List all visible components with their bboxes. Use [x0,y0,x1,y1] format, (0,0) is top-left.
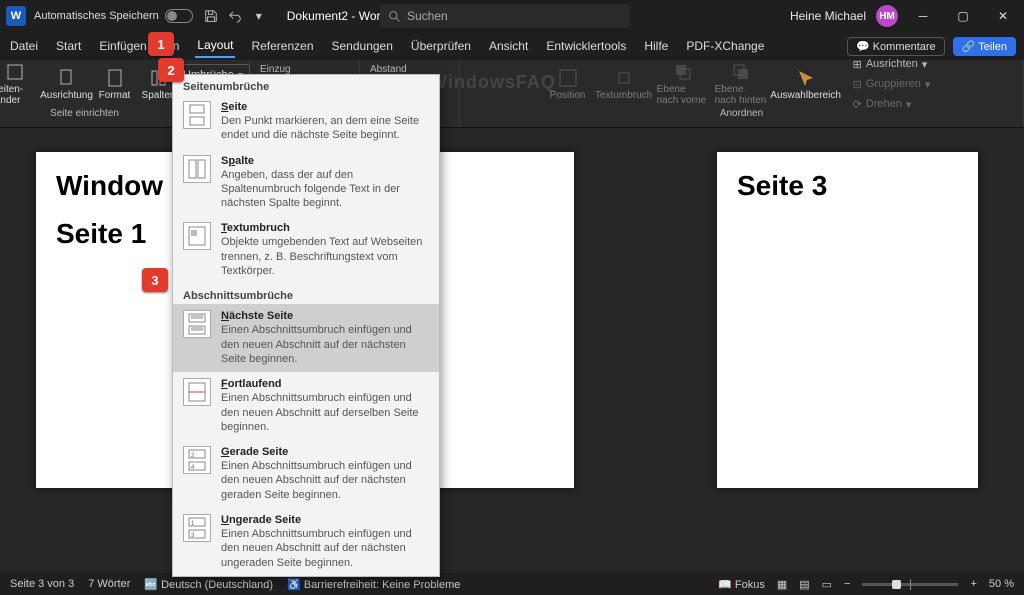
break-textwrap[interactable]: TextumbruchObjekte umgebenden Text auf W… [173,216,439,284]
break-column[interactable]: SpalteAngeben, dass der auf den Spaltenu… [173,149,439,217]
status-words[interactable]: 7 Wörter [88,578,130,590]
document-title: Dokument2 - Word [287,9,387,23]
break-page[interactable]: SeiteDen Punkt markieren, an dem eine Se… [173,95,439,149]
focus-mode-button[interactable]: 📖 Fokus [718,578,765,591]
user-name[interactable]: Heine Michael [790,9,866,23]
tab-einfuegen[interactable]: Einfügen [97,35,148,57]
tab-datei[interactable]: Datei [8,35,40,57]
tab-pdfxchange[interactable]: PDF-XChange [684,35,766,57]
share-button[interactable]: 🔗 Teilen [953,37,1016,56]
wrap-text-button[interactable]: Textumbruch [597,61,651,107]
textwrap-break-icon [183,222,211,250]
tab-layout[interactable]: Layout [195,34,235,58]
qat-chevron-icon[interactable]: ▾ [250,7,268,25]
undo-icon[interactable] [226,7,244,25]
size-button[interactable]: Format [96,61,134,107]
maximize-button[interactable]: ▢ [948,0,978,32]
group-button[interactable]: ⊡ Gruppieren ▾ [849,74,935,94]
break-continuous[interactable]: FortlaufendEinen Abschnittsumbruch einfü… [173,372,439,440]
tab-hilfe[interactable]: Hilfe [642,35,670,57]
oddpage-break-icon: 13 [183,514,211,542]
section-page-breaks: Seitenumbrüche [173,75,439,95]
tab-start[interactable]: Start [54,35,83,57]
tab-ansicht[interactable]: Ansicht [487,35,530,57]
status-bar: Seite 3 von 3 7 Wörter 🔤 Deutsch (Deutsc… [0,573,1024,595]
search-placeholder: Suchen [407,9,448,23]
margins-button[interactable]: Seiten- ränder [0,61,38,107]
section-section-breaks: Abschnittsumbrüche [173,284,439,304]
orientation-button[interactable]: Ausrichtung [44,61,90,107]
selection-pane-button[interactable]: Auswahlbereich [773,61,839,107]
nextpage-break-icon [183,310,211,338]
callout-2: 2 [158,58,184,82]
view-print-icon[interactable]: ▦ [777,578,787,591]
page-3[interactable]: Seite 3 [717,152,978,488]
send-backward-button[interactable]: Ebene nach hinten [715,61,767,107]
tab-sendungen[interactable]: Sendungen [330,35,395,57]
tab-devtools[interactable]: Entwicklertools [544,35,628,57]
save-icon[interactable] [202,7,220,25]
zoom-in-button[interactable]: + [970,578,976,590]
close-button[interactable]: ✕ [988,0,1018,32]
status-page[interactable]: Seite 3 von 3 [10,578,74,590]
callout-3: 3 [142,268,168,292]
autosave-label: Automatisches Speichern [34,10,159,22]
break-even-page[interactable]: 24 Gerade SeiteEinen Abschnittsumbruch e… [173,440,439,508]
position-button[interactable]: Position [545,61,591,107]
evenpage-break-icon: 24 [183,446,211,474]
word-app-icon: W [6,6,26,26]
title-right: Heine Michael HM ─ ▢ ✕ [790,0,1018,32]
tab-referenzen[interactable]: Referenzen [249,35,315,57]
document-canvas[interactable]: Window Seite 1 Seite 3 [0,128,1024,573]
zoom-slider[interactable] [862,583,958,586]
search-icon [388,10,401,23]
arrange-caption: Anordnen [720,108,763,119]
zoom-out-button[interactable]: − [844,578,850,590]
user-avatar[interactable]: HM [876,5,898,27]
title-bar: W Automatisches Speichern ▾ Dokument2 - … [0,0,1024,32]
search-input[interactable]: Suchen [380,4,630,28]
page3-line1: Seite 3 [737,170,958,202]
zoom-value[interactable]: 50 % [989,578,1014,590]
callout-1: 1 [148,32,174,56]
autosave-toggle[interactable] [165,9,193,23]
rotate-button[interactable]: ⟳ Drehen ▾ [849,94,935,114]
break-next-page[interactable]: Nächste SeiteEinen Abschnittsumbruch ein… [173,304,439,372]
status-lang[interactable]: 🔤 Deutsch (Deutschland) [144,578,273,591]
align-button[interactable]: ⊞ Ausrichten ▾ [849,54,935,74]
page-break-icon [183,101,211,129]
view-read-icon[interactable]: ▤ [799,578,809,591]
status-accessibility[interactable]: ♿ Barrierefreiheit: Keine Probleme [287,578,460,591]
tab-ueberpruefen[interactable]: Überprüfen [409,35,473,57]
view-web-icon[interactable]: ▭ [822,578,832,591]
break-odd-page[interactable]: 13 Ungerade SeiteEinen Abschnittsumbruch… [173,508,439,576]
breaks-dropdown: Seitenumbrüche SeiteDen Punkt markieren,… [172,74,440,577]
bring-forward-button[interactable]: Ebene nach vorne [657,61,709,107]
ribbon: Seiten- ränder Ausrichtung Format Spalte… [0,60,1024,128]
minimize-button[interactable]: ─ [908,0,938,32]
continuous-break-icon [183,378,211,406]
column-break-icon [183,155,211,183]
page-setup-caption: Seite einrichten [50,108,119,119]
